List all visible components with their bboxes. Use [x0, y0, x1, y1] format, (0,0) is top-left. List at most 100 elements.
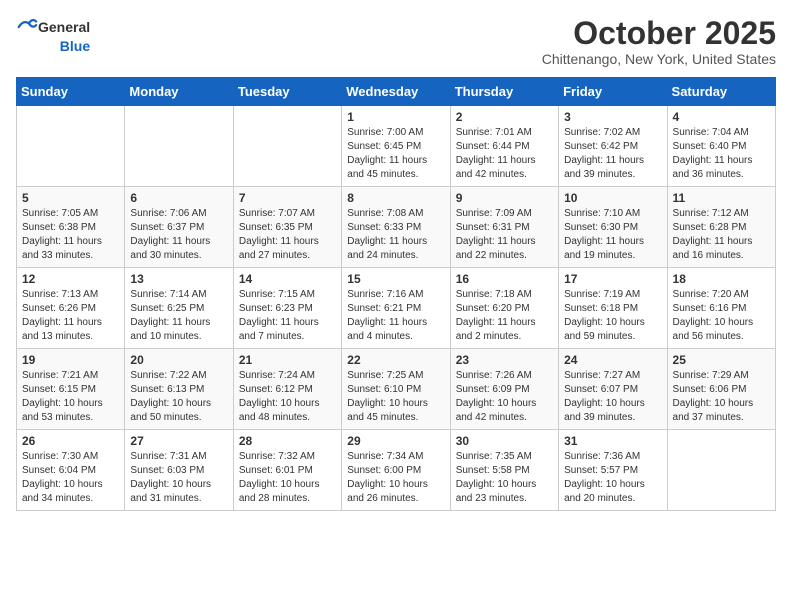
day-number: 4 [673, 110, 770, 124]
day-number: 27 [130, 434, 227, 448]
weekday-header: Monday [125, 78, 233, 106]
calendar-cell: 5 Sunrise: 7:05 AM Sunset: 6:38 PM Daylig… [17, 187, 125, 268]
weekday-header: Tuesday [233, 78, 341, 106]
weekday-header: Thursday [450, 78, 558, 106]
day-info: Sunrise: 7:22 AM Sunset: 6:13 PM Dayligh… [130, 369, 227, 425]
day-info: Sunrise: 7:27 AM Sunset: 6:07 PM Dayligh… [564, 369, 661, 425]
calendar-cell: 31 Sunrise: 7:36 AM Sunset: 5:57 PM Dayli… [559, 430, 667, 511]
calendar-week-row: 5 Sunrise: 7:05 AM Sunset: 6:38 PM Daylig… [17, 187, 776, 268]
calendar-week-row: 26Sunrise: 7:30 AM Sunset: 6:04 PM Dayli… [17, 430, 776, 511]
calendar-cell: 8 Sunrise: 7:08 AM Sunset: 6:33 PM Daylig… [342, 187, 450, 268]
day-info: Sunrise: 7:20 AM Sunset: 6:16 PM Dayligh… [673, 288, 770, 344]
day-info: Sunrise: 7:34 AM Sunset: 6:00 PM Dayligh… [347, 450, 444, 506]
calendar-cell: 20 Sunrise: 7:22 AM Sunset: 6:13 PM Dayli… [125, 349, 233, 430]
day-number: 6 [130, 191, 227, 205]
day-number: 24 [564, 353, 661, 367]
weekday-header: Wednesday [342, 78, 450, 106]
day-info: Sunrise: 7:26 AM Sunset: 6:09 PM Dayligh… [456, 369, 553, 425]
calendar-cell: 9Sunrise: 7:09 AM Sunset: 6:31 PM Daylig… [450, 187, 558, 268]
day-number: 1 [347, 110, 444, 124]
day-info: Sunrise: 7:10 AM Sunset: 6:30 PM Dayligh… [564, 207, 661, 263]
calendar-cell: 6 Sunrise: 7:06 AM Sunset: 6:37 PM Daylig… [125, 187, 233, 268]
calendar-week-row: 19Sunrise: 7:21 AM Sunset: 6:15 PM Dayli… [17, 349, 776, 430]
day-info: Sunrise: 7:09 AM Sunset: 6:31 PM Dayligh… [456, 207, 553, 263]
day-number: 20 [130, 353, 227, 367]
day-number: 25 [673, 353, 770, 367]
calendar-cell: 12 Sunrise: 7:13 AM Sunset: 6:26 PM Dayli… [17, 268, 125, 349]
day-info: Sunrise: 7:31 AM Sunset: 6:03 PM Dayligh… [130, 450, 227, 506]
calendar-week-row: 1 Sunrise: 7:00 AM Sunset: 6:45 PM Daylig… [17, 106, 776, 187]
day-info: Sunrise: 7:06 AM Sunset: 6:37 PM Dayligh… [130, 207, 227, 263]
calendar-cell [125, 106, 233, 187]
day-info: Sunrise: 7:00 AM Sunset: 6:45 PM Dayligh… [347, 126, 444, 182]
day-info: Sunrise: 7:25 AM Sunset: 6:10 PM Dayligh… [347, 369, 444, 425]
day-number: 2 [456, 110, 553, 124]
day-number: 7 [239, 191, 336, 205]
calendar-cell: 17Sunrise: 7:19 AM Sunset: 6:18 PM Dayli… [559, 268, 667, 349]
month-title: October 2025 [542, 16, 776, 51]
day-number: 12 [22, 272, 119, 286]
calendar-cell: 15Sunrise: 7:16 AM Sunset: 6:21 PM Dayli… [342, 268, 450, 349]
logo: General Blue [16, 16, 90, 54]
calendar-cell: 29 Sunrise: 7:34 AM Sunset: 6:00 PM Dayli… [342, 430, 450, 511]
day-info: Sunrise: 7:08 AM Sunset: 6:33 PM Dayligh… [347, 207, 444, 263]
calendar-cell: 11Sunrise: 7:12 AM Sunset: 6:28 PM Dayli… [667, 187, 775, 268]
calendar-cell: 24 Sunrise: 7:27 AM Sunset: 6:07 PM Dayli… [559, 349, 667, 430]
weekday-header: Sunday [17, 78, 125, 106]
day-number: 22 [347, 353, 444, 367]
calendar-cell: 1 Sunrise: 7:00 AM Sunset: 6:45 PM Daylig… [342, 106, 450, 187]
day-number: 17 [564, 272, 661, 286]
day-info: Sunrise: 7:29 AM Sunset: 6:06 PM Dayligh… [673, 369, 770, 425]
day-number: 8 [347, 191, 444, 205]
location: Chittenango, New York, United States [542, 51, 776, 67]
day-number: 30 [456, 434, 553, 448]
day-number: 10 [564, 191, 661, 205]
calendar-cell: 14Sunrise: 7:15 AM Sunset: 6:23 PM Dayli… [233, 268, 341, 349]
calendar-cell [233, 106, 341, 187]
calendar-cell [667, 430, 775, 511]
calendar-cell: 13 Sunrise: 7:14 AM Sunset: 6:25 PM Dayli… [125, 268, 233, 349]
calendar-cell: 10 Sunrise: 7:10 AM Sunset: 6:30 PM Dayli… [559, 187, 667, 268]
day-number: 31 [564, 434, 661, 448]
day-info: Sunrise: 7:01 AM Sunset: 6:44 PM Dayligh… [456, 126, 553, 182]
day-number: 21 [239, 353, 336, 367]
day-info: Sunrise: 7:24 AM Sunset: 6:12 PM Dayligh… [239, 369, 336, 425]
day-info: Sunrise: 7:32 AM Sunset: 6:01 PM Dayligh… [239, 450, 336, 506]
day-number: 13 [130, 272, 227, 286]
day-number: 5 [22, 191, 119, 205]
day-number: 23 [456, 353, 553, 367]
calendar-cell [17, 106, 125, 187]
weekday-header: Saturday [667, 78, 775, 106]
calendar-cell: 19Sunrise: 7:21 AM Sunset: 6:15 PM Dayli… [17, 349, 125, 430]
calendar-cell: 3 Sunrise: 7:02 AM Sunset: 6:42 PM Daylig… [559, 106, 667, 187]
day-info: Sunrise: 7:07 AM Sunset: 6:35 PM Dayligh… [239, 207, 336, 263]
weekday-header-row: SundayMondayTuesdayWednesdayThursdayFrid… [17, 78, 776, 106]
calendar-cell: 23 Sunrise: 7:26 AM Sunset: 6:09 PM Dayli… [450, 349, 558, 430]
day-info: Sunrise: 7:02 AM Sunset: 6:42 PM Dayligh… [564, 126, 661, 182]
day-info: Sunrise: 7:15 AM Sunset: 6:23 PM Dayligh… [239, 288, 336, 344]
day-number: 18 [673, 272, 770, 286]
logo-general: General [38, 19, 90, 35]
calendar-cell: 21 Sunrise: 7:24 AM Sunset: 6:12 PM Dayli… [233, 349, 341, 430]
day-number: 29 [347, 434, 444, 448]
day-info: Sunrise: 7:35 AM Sunset: 5:58 PM Dayligh… [456, 450, 553, 506]
day-number: 28 [239, 434, 336, 448]
title-area: October 2025 Chittenango, New York, Unit… [542, 16, 776, 67]
day-number: 11 [673, 191, 770, 205]
calendar-cell: 2 Sunrise: 7:01 AM Sunset: 6:44 PM Daylig… [450, 106, 558, 187]
day-info: Sunrise: 7:14 AM Sunset: 6:25 PM Dayligh… [130, 288, 227, 344]
day-number: 3 [564, 110, 661, 124]
logo-blue: Blue [60, 38, 90, 54]
day-info: Sunrise: 7:18 AM Sunset: 6:20 PM Dayligh… [456, 288, 553, 344]
calendar-cell: 27 Sunrise: 7:31 AM Sunset: 6:03 PM Dayli… [125, 430, 233, 511]
weekday-header: Friday [559, 78, 667, 106]
calendar-cell: 30 Sunrise: 7:35 AM Sunset: 5:58 PM Dayli… [450, 430, 558, 511]
day-number: 16 [456, 272, 553, 286]
calendar-cell: 4Sunrise: 7:04 AM Sunset: 6:40 PM Daylig… [667, 106, 775, 187]
calendar-cell: 22 Sunrise: 7:25 AM Sunset: 6:10 PM Dayli… [342, 349, 450, 430]
day-info: Sunrise: 7:13 AM Sunset: 6:26 PM Dayligh… [22, 288, 119, 344]
logo-icon [16, 16, 38, 38]
calendar-cell: 7 Sunrise: 7:07 AM Sunset: 6:35 PM Daylig… [233, 187, 341, 268]
day-info: Sunrise: 7:36 AM Sunset: 5:57 PM Dayligh… [564, 450, 661, 506]
day-info: Sunrise: 7:05 AM Sunset: 6:38 PM Dayligh… [22, 207, 119, 263]
